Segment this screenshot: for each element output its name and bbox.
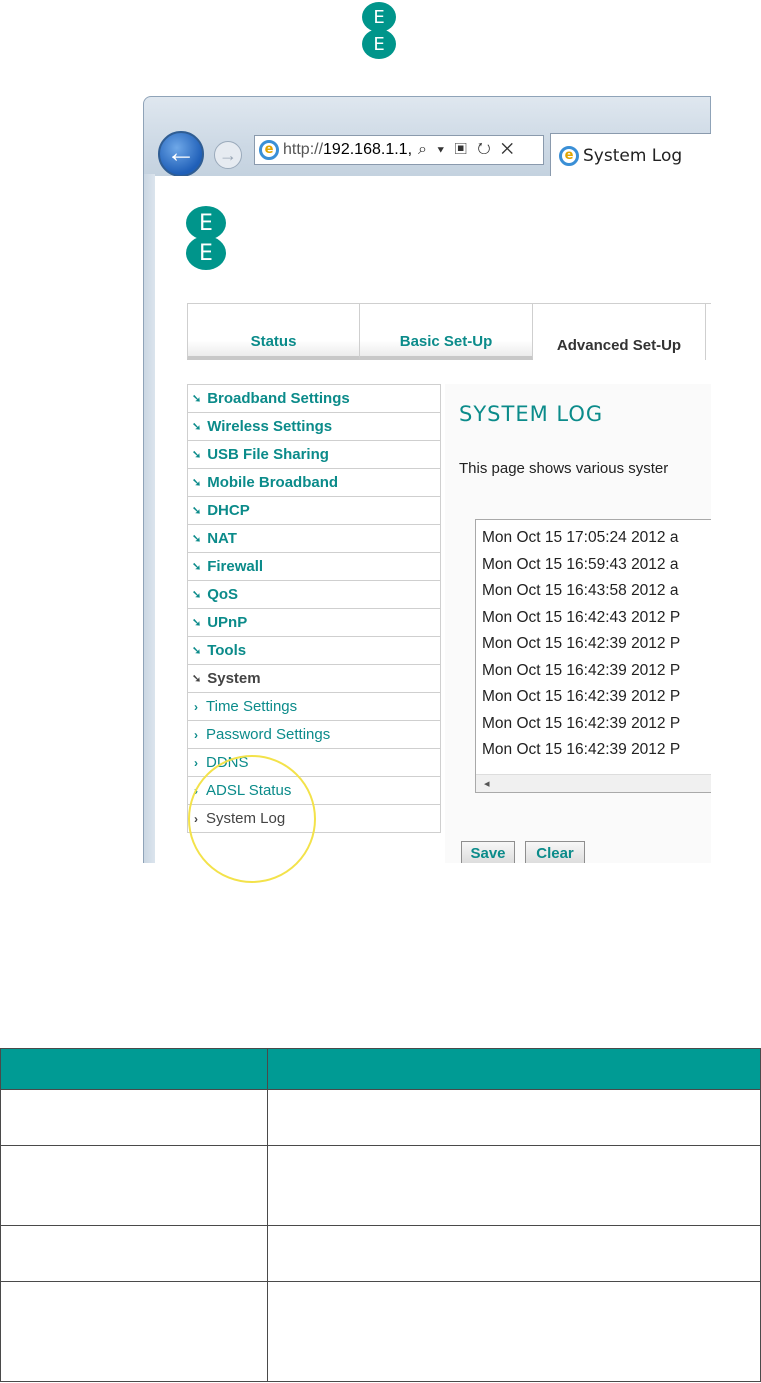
logo-letter: E xyxy=(362,29,396,59)
sidebar-item-dhcp[interactable]: ➘ DHCP xyxy=(188,497,440,525)
window-border xyxy=(143,174,155,863)
url-prefix: http:// xyxy=(283,141,324,158)
table-cell xyxy=(0,1281,268,1382)
table-cell xyxy=(267,1089,761,1146)
sidebar-item-label: Mobile Broadband xyxy=(207,474,339,491)
horizontal-scrollbar[interactable]: ◂ xyxy=(476,774,711,792)
table-row xyxy=(0,1145,761,1226)
log-line: Mon Oct 15 16:42:39 2012 P xyxy=(482,661,681,679)
sidebar-item-broadband-settings[interactable]: ➘ Broadband Settings xyxy=(188,385,440,413)
log-lines: Mon Oct 15 17:05:24 2012 a Mon Oct 15 16:… xyxy=(476,520,711,764)
log-line: Mon Oct 15 17:05:24 2012 a xyxy=(482,529,679,547)
clear-button[interactable]: Clear xyxy=(525,841,585,863)
address-tools-icons[interactable]: ⌕ ▾ ▣ ↻ ✕ xyxy=(418,141,516,159)
sidebar-item-label: Time Settings xyxy=(206,698,298,715)
sidebar-item-time-settings[interactable]: › Time Settings xyxy=(188,693,440,721)
tab-basic-setup[interactable]: Basic Set-Up xyxy=(360,304,533,360)
forward-arrow-icon[interactable]: → xyxy=(214,141,242,169)
address-bar[interactable]: e http:// 192.168.1.1 , ⌕ ▾ ▣ ↻ ✕ xyxy=(254,135,544,165)
table-header-cell xyxy=(0,1048,268,1090)
log-line: Mon Oct 15 16:42:39 2012 P xyxy=(482,714,681,732)
arrow-icon: ➘ xyxy=(192,393,202,405)
log-line: Mon Oct 15 16:42:39 2012 P xyxy=(482,741,681,759)
log-line: Mon Oct 15 16:42:39 2012 P xyxy=(482,635,681,653)
table-cell xyxy=(267,1225,761,1282)
sidebar-item-usb-file-sharing[interactable]: ➘ USB File Sharing xyxy=(188,441,440,469)
arrow-icon: ➘ xyxy=(192,421,202,433)
tab-advanced-setup[interactable]: Advanced Set-Up xyxy=(533,304,706,360)
logo-letter: E xyxy=(186,236,226,270)
sidebar-item-label: DHCP xyxy=(207,502,250,519)
url-host: 192.168.1.1 xyxy=(323,141,408,158)
sidebar-item-tools[interactable]: ➘ Tools xyxy=(188,637,440,665)
table-row xyxy=(0,1225,761,1282)
main-panel: SYSTEM LOG This page shows various syste… xyxy=(445,384,711,863)
main-nav-tabs: Status Basic Set-Up Advanced Set-Up xyxy=(187,303,711,361)
table-row xyxy=(0,1281,761,1382)
sidebar-item-label: Wireless Settings xyxy=(207,418,333,435)
arrow-icon: ➘ xyxy=(192,617,202,629)
sidebar-item-label: USB File Sharing xyxy=(207,446,329,463)
table-header-row xyxy=(0,1048,761,1090)
arrow-icon: ➘ xyxy=(192,645,202,657)
log-line: Mon Oct 15 16:43:58 2012 a xyxy=(482,582,679,600)
system-log-textarea[interactable]: Mon Oct 15 17:05:24 2012 a Mon Oct 15 16:… xyxy=(475,519,711,793)
browser-toolbar: ← → e http:// 192.168.1.1 , ⌕ ▾ ▣ ↻ ✕ e … xyxy=(143,96,711,177)
sidebar-item-label: Password Settings xyxy=(206,726,331,743)
arrow-icon: ➘ xyxy=(192,673,202,685)
browser-screenshot: ← → e http:// 192.168.1.1 , ⌕ ▾ ▣ ↻ ✕ e … xyxy=(143,96,711,863)
table-header-cell xyxy=(267,1048,761,1090)
chevron-right-icon: › xyxy=(194,699,198,714)
sidebar-item-wireless-settings[interactable]: ➘ Wireless Settings xyxy=(188,413,440,441)
sidebar-item-label: Broadband Settings xyxy=(207,390,350,407)
table-cell xyxy=(0,1145,268,1226)
ee-logo: E E xyxy=(362,2,396,59)
page-description: This page shows various syster xyxy=(459,460,669,477)
sidebar-item-mobile-broadband[interactable]: ➘ Mobile Broadband xyxy=(188,469,440,497)
sidebar-item-label: NAT xyxy=(207,530,237,547)
highlight-circle xyxy=(188,755,316,883)
logo-letter: E xyxy=(362,2,396,32)
sidebar-item-label: QoS xyxy=(207,586,239,603)
sidebar-item-label: Tools xyxy=(207,642,247,659)
arrow-icon: ➘ xyxy=(192,477,202,489)
arrow-icon: ➘ xyxy=(192,449,202,461)
log-line: Mon Oct 15 16:59:43 2012 a xyxy=(482,555,679,573)
table-row xyxy=(0,1089,761,1146)
sidebar-item-qos[interactable]: ➘ QoS xyxy=(188,581,440,609)
ie-icon: e xyxy=(559,145,579,166)
arrow-icon: ➘ xyxy=(192,589,202,601)
save-button[interactable]: Save xyxy=(461,841,515,863)
table-cell xyxy=(267,1281,761,1382)
page-title: SYSTEM LOG xyxy=(459,402,604,426)
sidebar-item-firewall[interactable]: ➘ Firewall xyxy=(188,553,440,581)
browser-tab[interactable]: e System Log xyxy=(550,133,711,177)
data-table xyxy=(0,1048,761,1382)
arrow-icon: ➘ xyxy=(192,533,202,545)
log-line: Mon Oct 15 16:42:39 2012 P xyxy=(482,688,681,706)
ie-icon: e xyxy=(259,140,279,160)
log-line: Mon Oct 15 16:42:43 2012 P xyxy=(482,608,681,626)
arrow-icon: ➘ xyxy=(192,561,202,573)
chevron-right-icon: › xyxy=(194,755,198,770)
arrow-icon: ➘ xyxy=(192,505,202,517)
ee-logo: E E xyxy=(186,206,226,270)
logo-letter: E xyxy=(186,206,226,240)
back-arrow-icon[interactable]: ← xyxy=(158,131,204,177)
sidebar-item-label: Firewall xyxy=(207,558,264,575)
table-cell xyxy=(267,1145,761,1226)
sidebar-item-label: UPnP xyxy=(207,614,248,631)
sidebar-item-system[interactable]: ➘ System xyxy=(188,665,440,693)
sidebar-item-nat[interactable]: ➘ NAT xyxy=(188,525,440,553)
sidebar-item-password-settings[interactable]: › Password Settings xyxy=(188,721,440,749)
table-cell xyxy=(0,1089,268,1146)
url-trailing: , xyxy=(407,141,413,158)
sidebar-item-upnp[interactable]: ➘ UPnP xyxy=(188,609,440,637)
tab-status[interactable]: Status xyxy=(187,304,360,360)
table-cell xyxy=(0,1225,268,1282)
sidebar-item-label: System xyxy=(207,670,261,687)
tab-title: System Log xyxy=(583,145,683,166)
chevron-right-icon: › xyxy=(194,727,198,742)
